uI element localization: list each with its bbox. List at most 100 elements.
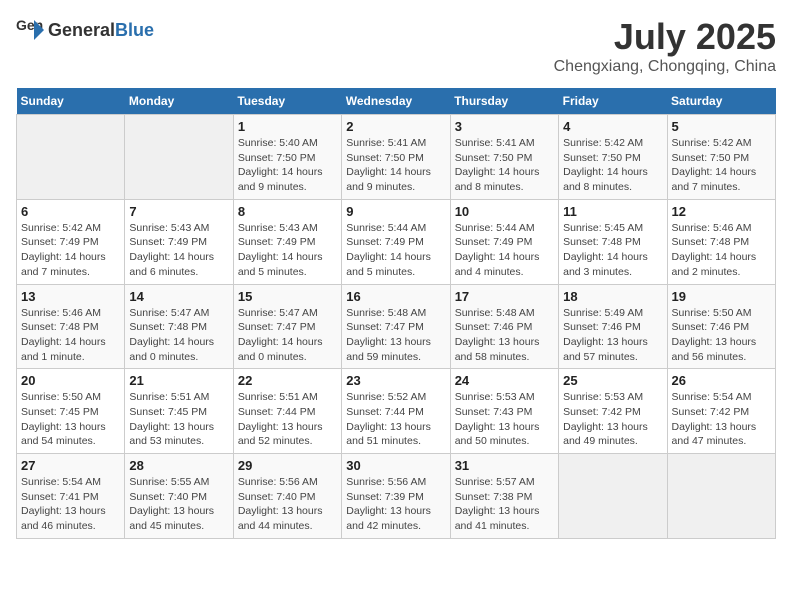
day-info: Sunrise: 5:45 AMSunset: 7:48 PMDaylight:… xyxy=(563,221,662,280)
location-subtitle: Chengxiang, Chongqing, China xyxy=(554,58,776,76)
calendar-body: 1 Sunrise: 5:40 AMSunset: 7:50 PMDaylight… xyxy=(17,115,776,539)
day-info: Sunrise: 5:46 AMSunset: 7:48 PMDaylight:… xyxy=(21,306,120,365)
day-of-week-header: Tuesday xyxy=(233,88,341,115)
calendar-cell: 28 Sunrise: 5:55 AMSunset: 7:40 PMDayligh… xyxy=(125,454,233,539)
day-info: Sunrise: 5:49 AMSunset: 7:46 PMDaylight:… xyxy=(563,306,662,365)
day-number: 25 xyxy=(563,373,662,388)
day-info: Sunrise: 5:47 AMSunset: 7:48 PMDaylight:… xyxy=(129,306,228,365)
calendar-cell: 15 Sunrise: 5:47 AMSunset: 7:47 PMDayligh… xyxy=(233,284,341,369)
calendar-cell: 22 Sunrise: 5:51 AMSunset: 7:44 PMDayligh… xyxy=(233,369,341,454)
calendar-cell: 18Sunrise: 5:49 AMSunset: 7:46 PMDayligh… xyxy=(559,284,667,369)
calendar-cell: 24 Sunrise: 5:53 AMSunset: 7:43 PMDayligh… xyxy=(450,369,558,454)
calendar-week-row: 6 Sunrise: 5:42 AMSunset: 7:49 PMDaylight… xyxy=(17,199,776,284)
day-number: 1 xyxy=(238,119,337,134)
calendar-cell: 12Sunrise: 5:46 AMSunset: 7:48 PMDayligh… xyxy=(667,199,775,284)
day-info: Sunrise: 5:42 AMSunset: 7:49 PMDaylight:… xyxy=(21,221,120,280)
day-info: Sunrise: 5:47 AMSunset: 7:47 PMDaylight:… xyxy=(238,306,337,365)
page-header: Gen GeneralBlue July 2025 Chengxiang, Ch… xyxy=(16,16,776,76)
calendar-cell xyxy=(17,115,125,200)
day-info: Sunrise: 5:40 AMSunset: 7:50 PMDaylight:… xyxy=(238,136,337,195)
calendar-cell: 6 Sunrise: 5:42 AMSunset: 7:49 PMDaylight… xyxy=(17,199,125,284)
day-info: Sunrise: 5:42 AMSunset: 7:50 PMDaylight:… xyxy=(563,136,662,195)
calendar-cell: 5Sunrise: 5:42 AMSunset: 7:50 PMDaylight… xyxy=(667,115,775,200)
day-info: Sunrise: 5:55 AMSunset: 7:40 PMDaylight:… xyxy=(129,475,228,534)
day-number: 23 xyxy=(346,373,445,388)
day-number: 24 xyxy=(455,373,554,388)
calendar-cell: 19Sunrise: 5:50 AMSunset: 7:46 PMDayligh… xyxy=(667,284,775,369)
day-number: 4 xyxy=(563,119,662,134)
logo-icon: Gen xyxy=(16,16,44,44)
calendar-cell: 1 Sunrise: 5:40 AMSunset: 7:50 PMDaylight… xyxy=(233,115,341,200)
calendar-cell: 23 Sunrise: 5:52 AMSunset: 7:44 PMDayligh… xyxy=(342,369,450,454)
day-number: 14 xyxy=(129,289,228,304)
calendar-cell xyxy=(667,454,775,539)
day-info: Sunrise: 5:48 AMSunset: 7:47 PMDaylight:… xyxy=(346,306,445,365)
day-number: 13 xyxy=(21,289,120,304)
day-of-week-header: Sunday xyxy=(17,88,125,115)
day-number: 19 xyxy=(672,289,771,304)
day-number: 8 xyxy=(238,204,337,219)
day-number: 3 xyxy=(455,119,554,134)
day-info: Sunrise: 5:50 AMSunset: 7:45 PMDaylight:… xyxy=(21,390,120,449)
calendar-cell: 26Sunrise: 5:54 AMSunset: 7:42 PMDayligh… xyxy=(667,369,775,454)
logo: Gen GeneralBlue xyxy=(16,16,154,44)
calendar-cell: 11 Sunrise: 5:45 AMSunset: 7:48 PMDayligh… xyxy=(559,199,667,284)
day-number: 22 xyxy=(238,373,337,388)
day-number: 12 xyxy=(672,204,771,219)
day-number: 15 xyxy=(238,289,337,304)
day-info: Sunrise: 5:51 AMSunset: 7:45 PMDaylight:… xyxy=(129,390,228,449)
day-info: Sunrise: 5:43 AMSunset: 7:49 PMDaylight:… xyxy=(238,221,337,280)
calendar-week-row: 27Sunrise: 5:54 AMSunset: 7:41 PMDayligh… xyxy=(17,454,776,539)
day-number: 21 xyxy=(129,373,228,388)
calendar-cell: 2 Sunrise: 5:41 AMSunset: 7:50 PMDaylight… xyxy=(342,115,450,200)
day-number: 10 xyxy=(455,204,554,219)
calendar-cell xyxy=(125,115,233,200)
month-year-title: July 2025 xyxy=(554,16,776,58)
calendar-cell: 9 Sunrise: 5:44 AMSunset: 7:49 PMDaylight… xyxy=(342,199,450,284)
day-info: Sunrise: 5:53 AMSunset: 7:42 PMDaylight:… xyxy=(563,390,662,449)
day-number: 27 xyxy=(21,458,120,473)
day-of-week-header: Monday xyxy=(125,88,233,115)
day-number: 16 xyxy=(346,289,445,304)
calendar-cell: 31Sunrise: 5:57 AMSunset: 7:38 PMDayligh… xyxy=(450,454,558,539)
calendar-cell: 17 Sunrise: 5:48 AMSunset: 7:46 PMDayligh… xyxy=(450,284,558,369)
logo-text-blue: Blue xyxy=(115,20,154,40)
day-number: 6 xyxy=(21,204,120,219)
calendar-cell: 3Sunrise: 5:41 AMSunset: 7:50 PMDaylight… xyxy=(450,115,558,200)
day-info: Sunrise: 5:44 AMSunset: 7:49 PMDaylight:… xyxy=(455,221,554,280)
day-number: 17 xyxy=(455,289,554,304)
day-number: 20 xyxy=(21,373,120,388)
calendar-cell xyxy=(559,454,667,539)
calendar-cell: 30Sunrise: 5:56 AMSunset: 7:39 PMDayligh… xyxy=(342,454,450,539)
day-info: Sunrise: 5:54 AMSunset: 7:42 PMDaylight:… xyxy=(672,390,771,449)
calendar-header-row: SundayMondayTuesdayWednesdayThursdayFrid… xyxy=(17,88,776,115)
day-info: Sunrise: 5:51 AMSunset: 7:44 PMDaylight:… xyxy=(238,390,337,449)
calendar-cell: 16 Sunrise: 5:48 AMSunset: 7:47 PMDayligh… xyxy=(342,284,450,369)
calendar-cell: 14 Sunrise: 5:47 AMSunset: 7:48 PMDayligh… xyxy=(125,284,233,369)
calendar-cell: 27Sunrise: 5:54 AMSunset: 7:41 PMDayligh… xyxy=(17,454,125,539)
calendar-week-row: 13 Sunrise: 5:46 AMSunset: 7:48 PMDayligh… xyxy=(17,284,776,369)
day-of-week-header: Saturday xyxy=(667,88,775,115)
calendar-table: SundayMondayTuesdayWednesdayThursdayFrid… xyxy=(16,88,776,539)
logo-text-general: General xyxy=(48,20,115,40)
day-number: 2 xyxy=(346,119,445,134)
calendar-cell: 7Sunrise: 5:43 AMSunset: 7:49 PMDaylight… xyxy=(125,199,233,284)
day-info: Sunrise: 5:44 AMSunset: 7:49 PMDaylight:… xyxy=(346,221,445,280)
day-number: 9 xyxy=(346,204,445,219)
calendar-cell: 10 Sunrise: 5:44 AMSunset: 7:49 PMDayligh… xyxy=(450,199,558,284)
calendar-cell: 4 Sunrise: 5:42 AMSunset: 7:50 PMDaylight… xyxy=(559,115,667,200)
day-info: Sunrise: 5:43 AMSunset: 7:49 PMDaylight:… xyxy=(129,221,228,280)
day-number: 11 xyxy=(563,204,662,219)
day-info: Sunrise: 5:42 AMSunset: 7:50 PMDaylight:… xyxy=(672,136,771,195)
calendar-cell: 21 Sunrise: 5:51 AMSunset: 7:45 PMDayligh… xyxy=(125,369,233,454)
day-number: 28 xyxy=(129,458,228,473)
day-number: 29 xyxy=(238,458,337,473)
day-info: Sunrise: 5:48 AMSunset: 7:46 PMDaylight:… xyxy=(455,306,554,365)
day-info: Sunrise: 5:41 AMSunset: 7:50 PMDaylight:… xyxy=(346,136,445,195)
day-number: 30 xyxy=(346,458,445,473)
day-of-week-header: Thursday xyxy=(450,88,558,115)
day-info: Sunrise: 5:53 AMSunset: 7:43 PMDaylight:… xyxy=(455,390,554,449)
day-of-week-header: Wednesday xyxy=(342,88,450,115)
day-info: Sunrise: 5:52 AMSunset: 7:44 PMDaylight:… xyxy=(346,390,445,449)
day-info: Sunrise: 5:56 AMSunset: 7:40 PMDaylight:… xyxy=(238,475,337,534)
